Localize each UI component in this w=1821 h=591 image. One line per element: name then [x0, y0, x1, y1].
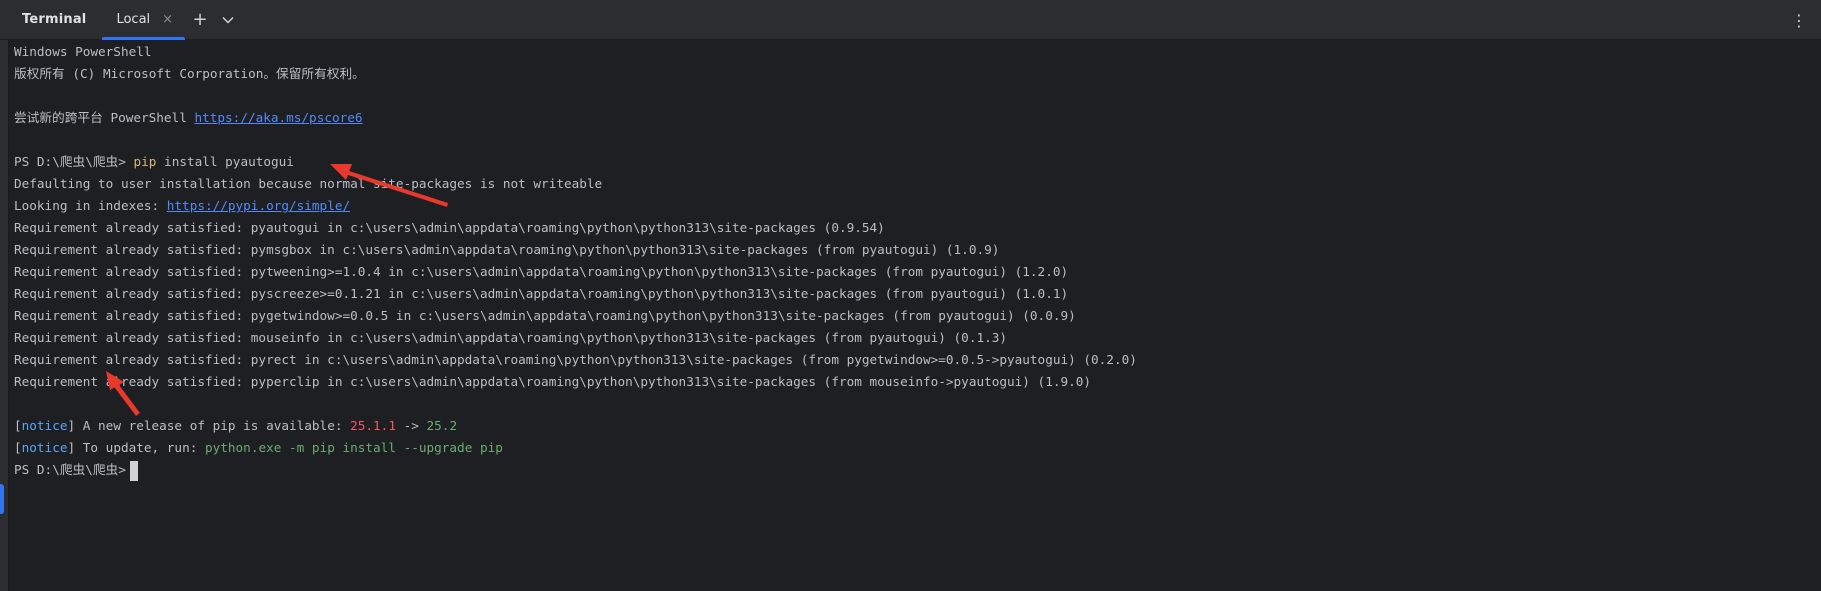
prompt-text: PS D:\爬虫\爬虫>: [14, 154, 134, 169]
console-line: 版权所有 (C) Microsoft Corporation。保留所有权利。: [14, 66, 365, 81]
console-line: Windows PowerShell: [14, 44, 152, 59]
prompt-text: PS D:\爬虫\爬虫>: [14, 462, 126, 477]
pscore-link[interactable]: https://aka.ms/pscore6: [194, 110, 362, 125]
plus-icon[interactable]: +: [187, 7, 213, 33]
notice-label: notice: [21, 440, 68, 455]
requirement-line: Requirement already satisfied: pygetwind…: [14, 308, 1076, 323]
console-line: Looking in indexes: https://pypi.org/sim…: [14, 195, 1821, 217]
text-cursor: [129, 460, 138, 481]
requirement-line: Requirement already satisfied: pyautogui…: [14, 220, 885, 235]
requirement-line: Requirement already satisfied: pyperclip…: [14, 374, 1092, 389]
tab-label: Local: [116, 12, 151, 27]
console-text: 尝试新的跨平台 PowerShell: [14, 110, 195, 125]
terminal-output[interactable]: Windows PowerShell 版权所有 (C) Microsoft Co…: [14, 41, 1821, 591]
command-name: pip: [133, 154, 157, 169]
requirement-line: Requirement already satisfied: pytweenin…: [14, 264, 1069, 279]
pypi-link[interactable]: https://pypi.org/simple/: [167, 198, 350, 213]
upgrade-command: python.exe -m pip install --upgrade pip: [204, 440, 503, 455]
bracket: [: [14, 440, 22, 455]
notice-label: notice: [21, 418, 68, 433]
requirement-line: Requirement already satisfied: pyrect in…: [14, 352, 1137, 367]
bracket: ]: [67, 418, 76, 433]
requirement-line: Requirement already satisfied: mouseinfo…: [14, 330, 1008, 345]
requirement-line: Requirement already satisfied: pyscreeze…: [14, 286, 1069, 301]
bracket: [: [14, 418, 22, 433]
close-icon[interactable]: ×: [162, 12, 173, 27]
terminal-toolbar: Terminal Local × + ⋮: [0, 0, 1821, 40]
console-line: 尝试新的跨平台 PowerShell https://aka.ms/pscore…: [14, 107, 1821, 129]
active-tab-indicator: [102, 36, 186, 40]
console-text: Looking in indexes:: [14, 198, 167, 213]
notice-line: [notice] To update, run: python.exe -m p…: [14, 437, 1821, 459]
more-options-icon[interactable]: ⋮: [1789, 7, 1809, 33]
new-version: 25.2: [426, 418, 458, 433]
console-line: Defaulting to user installation because …: [14, 176, 603, 191]
tool-window-title: Terminal: [22, 12, 87, 27]
notice-text: To update, run:: [75, 440, 205, 455]
command-line: PS D:\爬虫\爬虫> pip install pyautogui: [14, 151, 1821, 173]
stripe-active-marker[interactable]: [0, 484, 4, 514]
bracket: ]: [67, 440, 76, 455]
chevron-down-icon[interactable]: [215, 7, 241, 33]
notice-text: A new release of pip is available:: [75, 418, 351, 433]
notice-line: [notice] A new release of pip is availab…: [14, 415, 1821, 437]
requirement-line: Requirement already satisfied: pymsgbox …: [14, 242, 1000, 257]
prompt-line[interactable]: PS D:\爬虫\爬虫>: [14, 459, 1821, 481]
version-arrow: ->: [395, 418, 427, 433]
old-version: 25.1.1: [350, 418, 396, 433]
command-args: install pyautogui: [156, 154, 294, 169]
tab-local[interactable]: Local ×: [102, 0, 186, 40]
